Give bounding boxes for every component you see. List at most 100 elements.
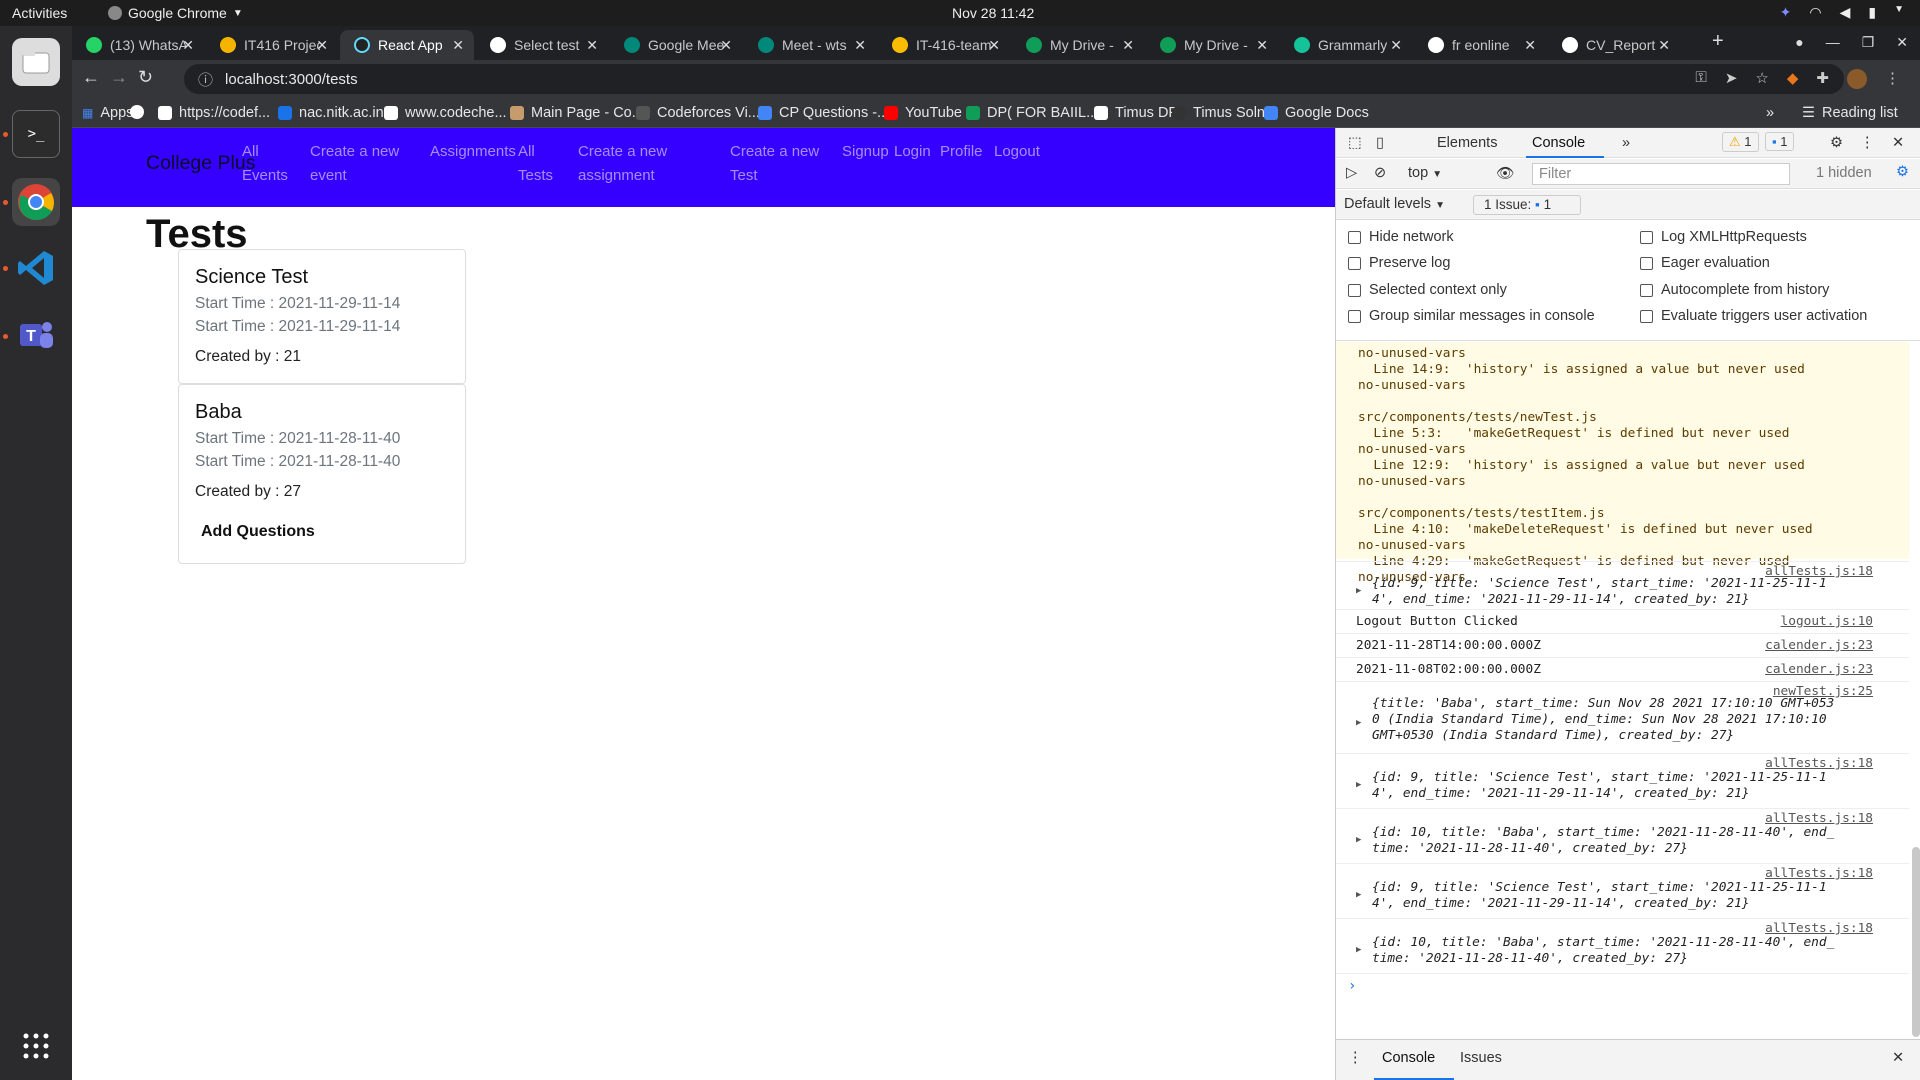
console-message[interactable]: allTests.js:18 ▶ {id: 10, title: 'Baba',… xyxy=(1336,808,1909,863)
console-prompt-row[interactable]: › xyxy=(1336,973,1909,999)
source-link[interactable]: allTests.js:18 xyxy=(1765,811,1873,826)
bookmark[interactable]: Timus DP xyxy=(1094,105,1178,121)
source-link[interactable]: logout.js:10 xyxy=(1781,614,1873,629)
context-selector[interactable]: top ▼ xyxy=(1408,165,1442,181)
close-icon[interactable]: ✕ xyxy=(586,37,598,54)
avatar[interactable] xyxy=(1847,69,1867,89)
close-icon[interactable]: ✕ xyxy=(182,37,194,54)
source-link[interactable]: calender.js:23 xyxy=(1765,662,1873,677)
console-message[interactable]: allTests.js:18 ▶ {id: 10, title: 'Baba',… xyxy=(1336,918,1909,973)
console-message[interactable]: 2021-11-08T02:00:00.000Z calender.js:23 xyxy=(1336,657,1909,681)
info-icon[interactable]: ⓘ xyxy=(198,69,213,90)
close-icon[interactable]: ✕ xyxy=(316,37,328,54)
issues-pill[interactable]: 1 Issue: ▪ 1 xyxy=(1473,195,1581,215)
bookmark[interactable]: www.codeche... xyxy=(384,105,507,121)
levels-dropdown[interactable]: Default levels ▼ xyxy=(1344,196,1445,212)
bookmark[interactable]: https://codef... xyxy=(158,105,270,121)
bookmark[interactable]: nac.nitk.ac.in xyxy=(278,105,384,121)
console-message[interactable]: Logout Button Clicked logout.js:10 xyxy=(1336,609,1909,633)
add-questions-button[interactable]: Add Questions xyxy=(201,523,315,541)
tab[interactable]: (13) WhatsApp✕ xyxy=(72,30,204,60)
eager-evaluation-checkbox[interactable]: Eager evaluation xyxy=(1640,255,1770,271)
close-icon[interactable]: ✕ xyxy=(1256,37,1268,54)
bookmark[interactable]: Codeforces Vi... xyxy=(636,105,760,121)
menu-icon[interactable]: ⋮ xyxy=(1885,69,1900,89)
console-message[interactable]: 2021-11-28T14:00:00.000Z calender.js:23 xyxy=(1336,633,1909,657)
live-expression-eye-icon[interactable]: 👁 xyxy=(1496,165,1514,182)
terminal-app-icon[interactable]: >_ xyxy=(12,110,60,158)
tab-search-icon[interactable]: ● xyxy=(1795,34,1803,51)
expand-triangle-icon[interactable]: ▶ xyxy=(1356,586,1361,596)
log-xhr-checkbox[interactable]: Log XMLHttpRequests xyxy=(1640,229,1807,245)
drawer-tab-issues[interactable]: Issues xyxy=(1460,1050,1502,1066)
tab[interactable]: Meet - wts ✕ xyxy=(744,30,876,60)
more-bookmarks-icon[interactable]: » xyxy=(1766,105,1774,121)
tab[interactable]: fr eonline ✕ xyxy=(1414,30,1546,60)
devtools-menu-icon[interactable]: ⋮ xyxy=(1860,135,1875,151)
vscode-app-icon[interactable] xyxy=(12,244,60,292)
nav-link-login[interactable]: Login xyxy=(894,140,931,164)
chrome-app-icon[interactable] xyxy=(12,178,60,226)
message-counter[interactable]: ▪ 1 xyxy=(1765,132,1795,151)
tab[interactable]: Select test ✕ xyxy=(476,30,608,60)
close-icon[interactable]: ✕ xyxy=(1524,37,1536,54)
clear-console-icon[interactable]: ⊘ xyxy=(1374,165,1386,181)
close-icon[interactable]: ✕ xyxy=(1658,37,1670,54)
site-brand[interactable]: College Plus xyxy=(146,152,255,175)
source-link[interactable]: allTests.js:18 xyxy=(1765,866,1873,881)
console-settings-icon[interactable]: ⚙ xyxy=(1896,164,1909,180)
activities-button[interactable]: Activities xyxy=(12,5,67,21)
selected-context-checkbox[interactable]: Selected context only xyxy=(1348,282,1507,298)
show-apps-icon[interactable] xyxy=(12,1022,60,1070)
maximize-icon[interactable]: ❐ xyxy=(1862,34,1875,51)
more-tabs-icon[interactable]: » xyxy=(1622,135,1630,151)
reading-list[interactable]: ☰ Reading list xyxy=(1802,105,1898,121)
teams-app-icon[interactable]: T xyxy=(12,312,60,360)
close-icon[interactable]: ✕ xyxy=(854,37,866,54)
files-app-icon[interactable] xyxy=(12,38,60,86)
reload-icon[interactable]: ↻ xyxy=(138,67,153,88)
evaluate-triggers-checkbox[interactable]: Evaluate triggers user activation xyxy=(1640,308,1867,324)
source-link[interactable]: allTests.js:18 xyxy=(1765,921,1873,936)
nav-link-all-events[interactable]: All Events xyxy=(242,140,288,188)
settings-gear-icon[interactable]: ⚙ xyxy=(1830,135,1843,151)
nav-link-create-event[interactable]: Create a new event xyxy=(310,140,410,188)
bookmark[interactable]: CP Questions -... xyxy=(758,105,889,121)
fox-extension-icon[interactable]: ◆ xyxy=(1787,69,1799,89)
close-icon[interactable]: ✕ xyxy=(988,37,1000,54)
tab[interactable]: CV_Report ✕ xyxy=(1548,30,1680,60)
expand-triangle-icon[interactable]: ▶ xyxy=(1356,945,1361,955)
bookmark[interactable] xyxy=(130,105,144,119)
nav-link-assignments[interactable]: Assignments xyxy=(430,140,516,164)
warning-counter[interactable]: ⚠ 1 xyxy=(1722,132,1759,152)
nav-link-profile[interactable]: Profile xyxy=(940,140,983,164)
close-drawer-icon[interactable]: ✕ xyxy=(1892,1050,1904,1066)
bookmark[interactable]: Google Docs xyxy=(1264,105,1369,121)
expand-triangle-icon[interactable]: ▶ xyxy=(1356,718,1361,728)
autocomplete-checkbox[interactable]: Autocomplete from history xyxy=(1640,282,1829,298)
tab[interactable]: My Drive - ✕ xyxy=(1146,30,1278,60)
nav-link-signup[interactable]: Signup xyxy=(842,140,889,164)
minimize-icon[interactable]: — xyxy=(1826,34,1840,51)
preserve-log-checkbox[interactable]: Preserve log xyxy=(1348,255,1450,271)
clock[interactable]: Nov 28 11:42 xyxy=(952,5,1034,21)
bookmark[interactable]: Main Page - Co... xyxy=(510,105,644,121)
close-window-icon[interactable]: ✕ xyxy=(1896,34,1908,51)
app-menu[interactable]: Google Chrome ▼ xyxy=(108,5,243,21)
expand-triangle-icon[interactable]: ▶ xyxy=(1356,890,1361,900)
drawer-menu-icon[interactable]: ⋮ xyxy=(1348,1050,1363,1066)
address-bar[interactable]: ⓘ localhost:3000/tests xyxy=(184,64,1844,94)
drawer-tab-console[interactable]: Console xyxy=(1382,1050,1435,1066)
device-toolbar-icon[interactable]: ▯ xyxy=(1376,135,1384,151)
tab[interactable]: IT416 Project ✕ xyxy=(206,30,338,60)
tab[interactable]: My Drive - ✕ xyxy=(1012,30,1144,60)
tab[interactable]: Grammarly ✕ xyxy=(1280,30,1412,60)
inspect-icon[interactable]: ⬚ xyxy=(1348,135,1362,151)
tab-react-app[interactable]: React App ✕ xyxy=(340,30,474,60)
hide-network-checkbox[interactable]: Hide network xyxy=(1348,229,1454,245)
tab-console[interactable]: Console xyxy=(1532,135,1585,151)
nav-link-create-test[interactable]: Create a new Test xyxy=(730,140,830,188)
system-tray[interactable]: ✦ ◠ ◀ ▮ ▼ xyxy=(1780,4,1904,21)
nav-link-logout[interactable]: Logout xyxy=(994,140,1040,164)
source-link[interactable]: calender.js:23 xyxy=(1765,638,1873,653)
